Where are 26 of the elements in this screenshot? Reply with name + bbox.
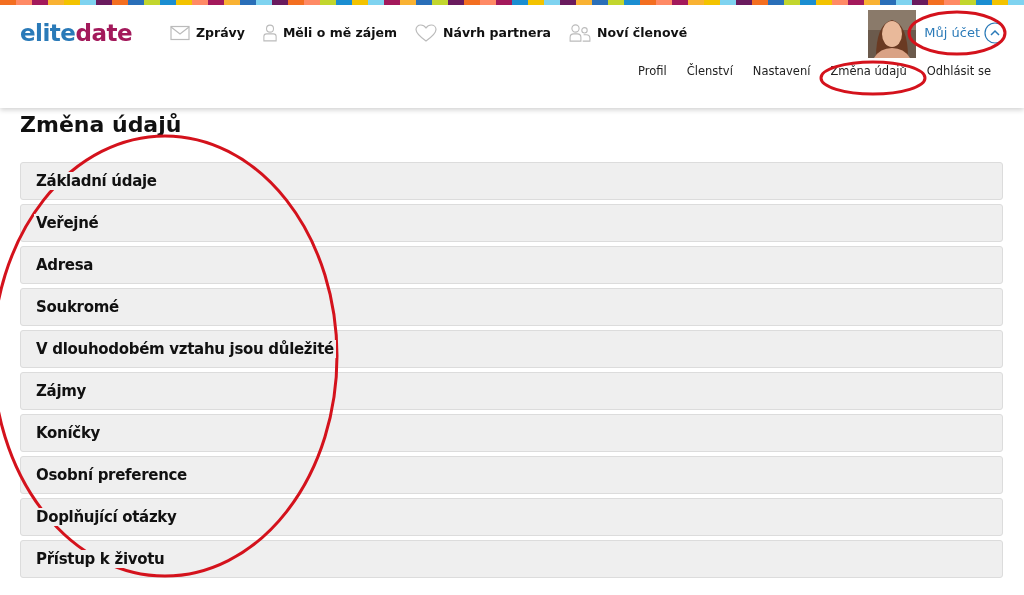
section-header[interactable]: Doplňující otázky (20, 498, 1003, 536)
page-heading: Změna údajů (20, 111, 183, 139)
envelope-icon (170, 24, 190, 41)
account-menu-item[interactable]: Nastavení (752, 64, 811, 78)
account-menu-item[interactable]: Změna údajů (830, 64, 907, 78)
section-header[interactable]: Osobní preference (20, 456, 1003, 494)
heart-icon (415, 23, 438, 42)
person-icon (262, 22, 277, 43)
nav-link[interactable]: Zprávy (170, 22, 245, 43)
section-header[interactable]: V dlouhodobém vztahu jsou důležité (20, 330, 1003, 368)
section-header[interactable]: Veřejné (20, 204, 1003, 242)
nav-link[interactable]: Návrh partnera (415, 22, 552, 43)
account-menu-button[interactable]: Můj účet (924, 21, 1006, 44)
account-menu-item[interactable]: Členství (686, 64, 733, 78)
nav-link[interactable]: Měli o mě zájem (262, 22, 398, 43)
account-menu-item[interactable]: Profil (638, 64, 667, 78)
account-menu-item[interactable]: Odhlásit se (926, 64, 991, 78)
logo[interactable]: elitedate (20, 19, 170, 46)
section-header[interactable]: Soukromé (20, 288, 1003, 326)
section-header[interactable]: Adresa (20, 246, 1003, 284)
section-header[interactable]: Přístup k životu (20, 540, 1003, 578)
section-header[interactable]: Základní údaje (20, 162, 1003, 200)
section-header[interactable]: Zájmy (20, 372, 1003, 410)
section-header[interactable]: Koníčky (20, 414, 1003, 452)
people-icon (569, 23, 592, 42)
nav-link[interactable]: Noví členové (569, 22, 688, 43)
